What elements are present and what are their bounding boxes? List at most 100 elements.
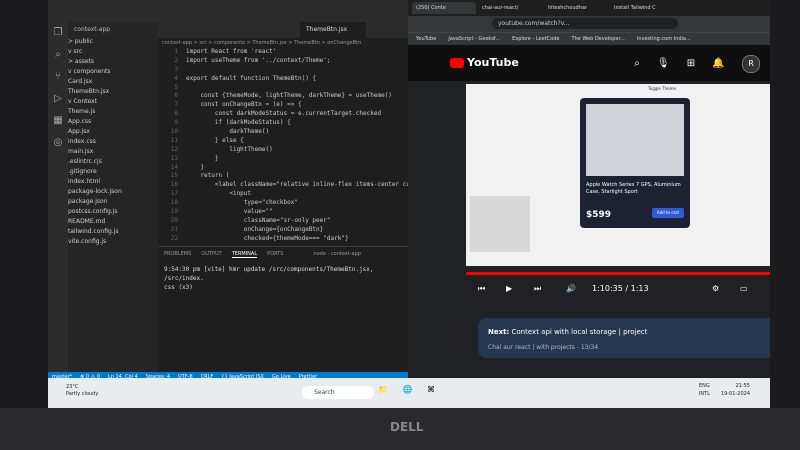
toggle-theme-label: Toggle Theme — [648, 86, 676, 91]
breadcrumb[interactable]: context-app > src > components > ThemeBt… — [158, 38, 408, 48]
bookmark-item[interactable]: Explore - LeetCode — [512, 36, 559, 42]
editor-tab-active[interactable]: ThemeBtn.jsx — [300, 22, 366, 38]
code-line: 1 import React from 'react' — [158, 48, 408, 57]
code-line: 6 const {themeMode, lightTheme, darkThem… — [158, 92, 408, 101]
dell-logo: DELL — [390, 420, 424, 434]
code-line: 20 className="sr-only peer" — [158, 217, 408, 226]
code-text: onChange={onChangeBtn} — [186, 225, 324, 233]
code-text: value="" — [186, 208, 273, 216]
add-to-cart-button: Add to cart — [652, 208, 684, 218]
avatar[interactable]: R — [742, 55, 760, 73]
vscode-titlebar — [48, 0, 408, 22]
file-tree-item[interactable]: v Context — [68, 97, 158, 107]
file-tree-item[interactable]: tailwind.config.js — [68, 227, 158, 237]
editor: ThemeBtn.jsx context-app > src > compone… — [158, 22, 410, 246]
file-tree-item[interactable]: Theme.js — [68, 107, 158, 117]
debug-icon[interactable]: ▷ — [48, 88, 68, 110]
next-video-card[interactable]: Next: Context api with local storage | p… — [478, 318, 770, 358]
file-tree-item[interactable]: main.jsx — [68, 147, 158, 157]
terminal-line: 9:54:30 pm [vite] hmr update /src/compon… — [164, 266, 374, 282]
bookmark-item[interactable]: JavaScript - Geeksf... — [448, 36, 500, 42]
line-number: 7 — [174, 101, 178, 109]
terminal-name[interactable]: node - context-app — [313, 251, 361, 257]
file-tree-item[interactable]: > public — [68, 37, 158, 47]
settings-icon[interactable]: ⚙ — [712, 278, 719, 300]
file-explorer-icon[interactable]: 📁 — [378, 385, 388, 394]
file-tree-item[interactable]: postcss.config.js — [68, 207, 158, 217]
remote-icon[interactable]: ◎ — [48, 132, 68, 154]
play-icon[interactable]: ▶ — [506, 278, 512, 300]
youtube-logo-text: YouTube — [467, 56, 519, 69]
product-card: Apple Watch Series 7 GPS, Aluminium Case… — [580, 98, 690, 228]
code-text: type="checkbox" — [186, 199, 298, 207]
code-text: import React from 'react' — [186, 48, 277, 55]
file-tree-item[interactable]: v src — [68, 47, 158, 57]
language-indicator[interactable]: ENG INTL — [699, 382, 710, 398]
bookmarks-bar: YouTube JavaScript - Geeksf... Explore - L… — [408, 32, 770, 45]
volume-icon[interactable]: 🔊 — [566, 278, 576, 300]
explorer-root[interactable]: context-app — [68, 22, 158, 37]
search-icon[interactable]: ⌕ — [48, 44, 68, 66]
file-tree-item[interactable]: README.md — [68, 217, 158, 227]
bookmark-item[interactable]: YouTube — [416, 36, 436, 42]
browser-tab[interactable]: (250) Conte — [412, 2, 476, 14]
create-icon[interactable]: ⊞ — [687, 58, 695, 69]
line-number: 8 — [174, 110, 178, 118]
file-tree-item[interactable]: ThemeBtn.jsx — [68, 87, 158, 97]
file-tree-item[interactable]: Card.jsx — [68, 77, 158, 87]
video-player[interactable]: Toggle Theme Apple Watch Series 7 GPS, A… — [466, 84, 770, 266]
vscode-icon[interactable]: ⌘ — [427, 385, 435, 394]
next-icon[interactable]: ⏭ — [534, 278, 541, 300]
file-tree-item[interactable]: App.jsx — [68, 127, 158, 137]
file-tree-item[interactable]: index.html — [68, 177, 158, 187]
code-line: 14 } — [158, 164, 408, 173]
line-number: 21 — [170, 225, 178, 233]
line-number: 2 — [174, 56, 178, 64]
file-tree-item[interactable]: package-lock.json — [68, 187, 158, 197]
file-tree-item[interactable]: index.css — [68, 137, 158, 147]
file-tree-item[interactable]: .gitignore — [68, 167, 158, 177]
next-title: Next: Context api with local storage | p… — [488, 328, 648, 336]
file-tree-item[interactable]: .eslintrc.cjs — [68, 157, 158, 167]
panel-tab[interactable]: TERMINAL — [231, 251, 258, 258]
browser-tab[interactable]: chai-aur-react/ — [478, 2, 542, 14]
code-text: import useTheme from '../context/Theme'; — [186, 56, 331, 64]
miniplayer-icon[interactable]: ▭ — [740, 278, 748, 300]
clock[interactable]: 21:55 19-01-2024 — [721, 382, 750, 398]
bookmark-item[interactable]: The Web Developer... — [571, 36, 624, 42]
previous-icon[interactable]: ⏮ — [478, 278, 485, 300]
file-tree-item[interactable]: v components — [68, 67, 158, 77]
screen: ❐ ⌕ ⑂ ▷ ▦ ◎ context-app > public v src > … — [48, 0, 770, 408]
browser-icon[interactable]: 🌐 — [403, 385, 413, 394]
file-tree-item[interactable]: vite.config.js — [68, 237, 158, 247]
weather-text: Partly cloudy — [66, 391, 99, 397]
url-field[interactable]: youtube.com/watch?v... — [492, 18, 678, 29]
bookmark-item[interactable]: Investing.com India... — [637, 36, 691, 42]
next-subtitle: Chai aur react | with projects - 13/34 — [488, 344, 599, 351]
file-tree: > public v src > assets v components Card… — [68, 37, 158, 247]
editor-tabs: ThemeBtn.jsx — [158, 22, 408, 38]
explorer-icon[interactable]: ❐ — [48, 22, 68, 44]
line-number: 9 — [174, 119, 178, 127]
taskbar-search[interactable]: Search — [302, 386, 374, 399]
panel-tab[interactable]: PORTS — [267, 251, 283, 257]
terminal-output[interactable]: 9:54:30 pm [vite] hmr update /src/compon… — [158, 261, 408, 296]
mic-icon[interactable]: 🎙 — [657, 58, 670, 69]
search-icon[interactable]: ⌕ — [634, 58, 640, 69]
extensions-icon[interactable]: ▦ — [48, 110, 68, 132]
video-progress-bar[interactable] — [466, 272, 770, 275]
file-tree-item[interactable]: App.css — [68, 117, 158, 127]
code-area[interactable]: 1 import React from 'react' 2 import useThe… — [158, 48, 410, 244]
browser-tab[interactable]: Install Tailwind C — [610, 2, 674, 14]
file-tree-item[interactable]: > assets — [68, 57, 158, 67]
panel-tab[interactable]: PROBLEMS — [164, 251, 191, 257]
browser-tab[interactable]: hiteshchoudhar — [544, 2, 608, 14]
youtube-logo[interactable]: YouTube — [450, 56, 519, 69]
code-line: 15 return ( — [158, 172, 408, 181]
file-tree-item[interactable]: package.json — [68, 197, 158, 207]
source-control-icon[interactable]: ⑂ — [48, 66, 68, 88]
notification-icon[interactable]: 🔔 — [712, 58, 724, 69]
weather-widget[interactable]: 23°C Partly cloudy — [66, 384, 98, 398]
panel-tab[interactable]: OUTPUT — [201, 251, 221, 257]
panel-tabs: PROBLEMS OUTPUT TERMINAL PORTS node - contex… — [158, 247, 408, 261]
